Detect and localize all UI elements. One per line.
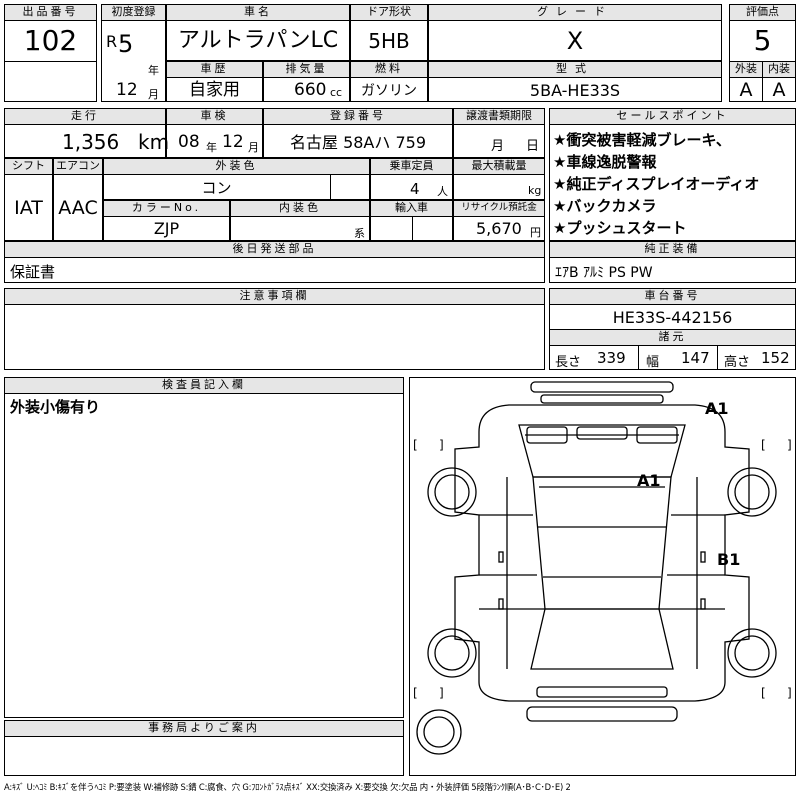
year-suffix: 年 [148,64,159,77]
recycle-unit: 円 [530,226,541,239]
exterior-label: 外装 [729,61,763,78]
svg-text:[: [ [761,686,766,700]
color-no-label: カラーNo. [103,200,230,217]
inspector-text: 外装小傷有り [10,398,101,416]
svg-text:]: ] [439,438,444,452]
insp-month-suffix: 月 [248,141,259,154]
shift-label: シフト [4,158,53,175]
recycle-label: リサイクル預託金 [453,200,545,217]
inspector-label: 検査員記入欄 [4,377,404,394]
chassis-label: 車台番号 [549,288,796,305]
parts-label: 後日発送部品 [4,241,545,258]
reg-month: 12 [116,80,138,100]
score-label: 評価点 [729,4,796,21]
color-label: 外装色 [103,158,370,175]
mileage: 1,356 [62,130,120,154]
car-name: アルトラパンLC [177,28,339,53]
equipment-label: 純正装備 [549,241,796,258]
inspection-label: 車検 [166,108,263,125]
fuel: ガソリン [361,83,417,99]
insp-month: 12 [222,132,244,152]
spec-label: 諸元 [549,329,796,346]
insp-year: 08 [178,132,200,152]
plate: 名古屋 58Aハ 759 [289,133,427,152]
sales-item: ★衝突被害軽減ブレーキ、 [553,131,731,149]
svg-text:]: ] [787,686,792,700]
reg-year: 5 [118,30,134,58]
damage-mark: A1 [637,471,661,490]
transfer-day: 日 [526,139,540,154]
car-name-label: 車名 [166,4,350,21]
inspector-box [4,377,404,718]
capacity: 4 [410,180,420,198]
sales-item: ★純正ディスプレイオーディオ [553,175,760,193]
svg-text:[: [ [761,438,766,452]
width-label: 幅 [646,355,660,370]
equipment-value: ｴｱB ｱﾙﾐ PS PW [555,265,653,281]
exterior-score: A [739,79,753,101]
car-diagram: [] [] [] [] [413,381,792,755]
height-label: 高さ [724,355,751,370]
first-reg-label: 初度登録 [101,4,166,21]
lot-no-label: 出品番号 [4,4,97,21]
door-label: ドア形状 [350,4,428,21]
score: 5 [753,24,772,57]
grade: X [566,27,584,55]
transfer-label: 譲渡書類期限 [453,108,545,125]
damage-mark: A1 [705,399,729,418]
width: 147 [681,349,710,367]
lot-no: 102 [23,24,78,57]
load-unit: kg [528,184,542,197]
svg-text:[: [ [413,686,418,700]
sales-label: セールスポイント [549,108,796,125]
shift: IAT [14,197,43,219]
plate-label: 登録番号 [263,108,453,125]
svg-text:[: [ [413,438,418,452]
sales-item: ★プッシュスタート [553,219,687,237]
interior-score: A [772,79,786,101]
interior-color-suffix: 系 [354,227,365,240]
length: 339 [597,349,626,367]
displacement-label: 排気量 [263,61,350,78]
load-label: 最大積載量 [453,158,545,175]
svg-text:]: ] [439,686,444,700]
recycle: 5,670 [476,219,522,238]
office-label: 事務局よりご案内 [4,720,404,737]
history: 自家用 [189,80,240,100]
notes-label: 注意事項欄 [4,288,545,305]
door: 5HB [368,29,410,53]
capacity-label: 乗車定員 [370,158,453,175]
displacement-unit: cc [330,86,343,99]
parts-value: 保証書 [10,263,56,281]
damage-mark: B1 [717,550,741,569]
legend: A:ｷｽﾞ U:ﾍｺﾐ B:ｷｽﾞを伴うﾍｺﾐ P:要塗装 W:補修跡 S:錆 … [4,782,571,792]
model: 5BA-HE33S [529,81,621,100]
capacity-unit: 人 [437,185,448,198]
interior-color-label: 内装色 [230,200,370,217]
transfer-month: 月 [491,139,505,154]
height: 152 [761,349,790,367]
history-label: 車歴 [166,61,263,78]
mileage-unit: km [138,130,170,154]
month-suffix: 月 [148,88,159,101]
interior-label: 内装 [762,61,796,78]
color: コン [201,179,232,197]
sales-item: ★車線逸脱警報 [553,153,657,171]
svg-text:]: ] [787,438,792,452]
insp-year-suffix: 年 [206,141,217,154]
sales-item: ★バックカメラ [553,197,657,215]
grade-label: グレード [428,4,722,21]
import-label: 輸入車 [370,200,453,217]
color-no: ZJP [153,219,180,238]
mileage-label: 走行 [4,108,166,125]
chassis-value: HE33S-442156 [612,308,733,327]
fuel-label: 燃料 [350,61,428,78]
displacement: 660 [294,80,327,100]
model-label: 型式 [428,61,722,78]
length-label: 長さ [555,355,582,370]
ac: AAC [58,197,98,219]
reg-era: R [106,32,118,51]
ac-label: エアコン [53,158,103,175]
